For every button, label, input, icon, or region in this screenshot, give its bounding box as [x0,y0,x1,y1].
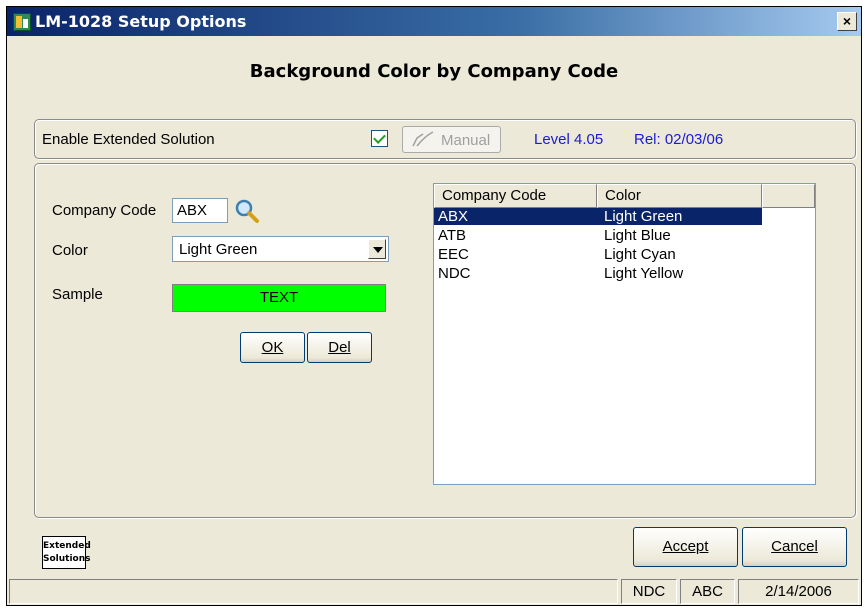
company-color-group: Company Code ABX Color Light Green Sampl… [34,163,856,518]
cell-company-code: EEC [438,246,469,263]
delete-button[interactable]: Del [307,332,372,363]
cell-color: Light Cyan [604,246,676,263]
close-icon: × [842,13,852,29]
cell-color: Light Yellow [604,265,684,282]
sample-preview: TEXT [172,284,386,312]
cancel-button-label: Cancel [771,538,818,555]
manual-button[interactable]: Manual [402,126,501,153]
status-panel-1: NDC [621,579,677,604]
cell-company-code: ATB [438,227,467,244]
cell-color: Light Green [597,208,762,225]
sample-label: Sample [52,286,103,303]
company-color-grid[interactable]: Company Code Color ABX Light Green ATB L… [433,183,816,485]
column-header-company-code[interactable]: Company Code [434,184,597,208]
table-row[interactable]: EEC Light Cyan [434,246,815,265]
column-header-color[interactable]: Color [597,184,762,208]
table-row[interactable]: ATB Light Blue [434,227,815,246]
cell-company-code: NDC [438,265,471,282]
extended-solutions-logo: Extended Solutions [42,536,91,569]
table-row[interactable]: ABX Light Green [434,208,815,227]
status-panel-2: ABC [680,579,735,604]
enable-extended-group: Enable Extended Solution Manual Level 4.… [34,119,856,159]
company-code-input[interactable]: ABX [172,198,228,223]
color-label: Color [52,242,88,259]
logo-line-1: Extended [43,541,91,551]
delete-button-label: Del [328,339,351,356]
app-icon [13,13,31,31]
pen-icon [412,131,434,147]
status-panel-date: 2/14/2006 [738,579,859,604]
cell-color: Light Blue [604,227,671,244]
status-panel-message [9,579,618,604]
color-select-value: Light Green [179,241,258,258]
window-title: LM-1028 Setup Options [35,12,247,31]
grid-header: Company Code Color [434,184,815,208]
column-header-blank [762,184,815,208]
logo-line-2: Solutions [43,554,91,564]
ok-button-label: OK [261,339,284,356]
color-select[interactable]: Light Green [172,236,389,262]
ok-button[interactable]: OK [240,332,305,363]
cancel-button[interactable]: Cancel [742,527,847,567]
company-code-label: Company Code [52,202,157,219]
enable-extended-label: Enable Extended Solution [42,131,215,148]
accept-button-label: Accept [662,538,709,555]
enable-extended-checkbox[interactable] [371,130,388,147]
chevron-down-icon[interactable] [368,239,386,259]
setup-options-window: LM-1028 Setup Options × Background Color… [6,6,862,606]
accept-button[interactable]: Accept [633,527,738,567]
lookup-magnifier-icon[interactable] [233,197,261,225]
title-bar[interactable]: LM-1028 Setup Options × [7,7,861,36]
manual-button-label: Manual [441,132,491,149]
status-bar: NDC ABC 2/14/2006 [7,577,861,605]
cell-company-code: ABX [434,208,597,225]
release-date-text: Rel: 02/03/06 [634,131,724,148]
level-text: Level 4.05 [534,131,604,148]
close-button[interactable]: × [837,12,857,31]
page-title: Background Color by Company Code [249,61,619,82]
table-row[interactable]: NDC Light Yellow [434,265,815,284]
